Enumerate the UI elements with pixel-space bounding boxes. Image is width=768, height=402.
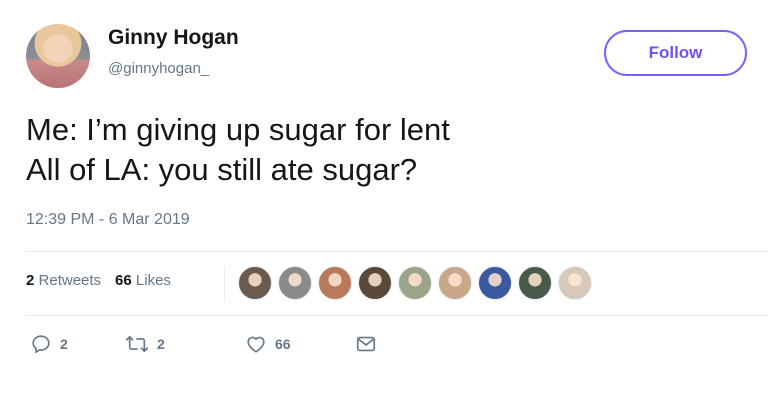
tweet-actions: 2 2 66 — [30, 333, 377, 355]
retweets-count: 2 — [26, 272, 35, 289]
liker-avatar[interactable] — [558, 266, 592, 300]
likes-label: Likes — [135, 272, 171, 289]
tweet-text: Me: I’m giving up sugar for lent All of … — [26, 110, 450, 190]
reply-icon — [32, 335, 50, 353]
heart-icon — [247, 336, 265, 353]
author-handle[interactable]: @ginnyhogan_ — [108, 60, 209, 77]
tweet-line: Me: I’m giving up sugar for lent — [26, 112, 450, 147]
retweet-count: 2 — [157, 336, 165, 352]
tweet-timestamp[interactable]: 12:39 PM - 6 Mar 2019 — [26, 211, 190, 229]
liker-avatar[interactable] — [318, 266, 352, 300]
liker-avatar[interactable] — [358, 266, 392, 300]
liker-avatar[interactable] — [278, 266, 312, 300]
author-avatar[interactable] — [26, 24, 90, 88]
retweets-label: Retweets — [38, 272, 102, 289]
reply-count: 2 — [60, 336, 68, 352]
retweets-stat[interactable]: 2 Retweets — [26, 272, 101, 289]
tweet-line: All of LA: you still ate sugar? — [26, 152, 418, 187]
liker-avatar[interactable] — [438, 266, 472, 300]
liker-avatar[interactable] — [398, 266, 432, 300]
divider — [26, 315, 768, 316]
direct-message-button[interactable] — [355, 333, 377, 355]
likes-stat[interactable]: 66 Likes — [115, 272, 171, 289]
stat-separator — [224, 266, 225, 302]
liker-avatars — [238, 266, 592, 300]
follow-button[interactable]: Follow — [604, 30, 747, 76]
author-name[interactable]: Ginny Hogan — [108, 26, 239, 50]
divider — [26, 251, 768, 252]
liker-avatar[interactable] — [518, 266, 552, 300]
reply-button[interactable]: 2 — [30, 333, 125, 355]
envelope-icon — [356, 336, 376, 352]
liker-avatar[interactable] — [238, 266, 272, 300]
like-button[interactable]: 66 — [245, 333, 355, 355]
retweet-button[interactable]: 2 — [125, 333, 245, 355]
engagement-stats: 2 Retweets 66 Likes — [26, 272, 171, 289]
likes-count: 66 — [115, 272, 132, 289]
like-count: 66 — [275, 336, 291, 352]
liker-avatar[interactable] — [478, 266, 512, 300]
retweet-icon — [125, 335, 149, 353]
